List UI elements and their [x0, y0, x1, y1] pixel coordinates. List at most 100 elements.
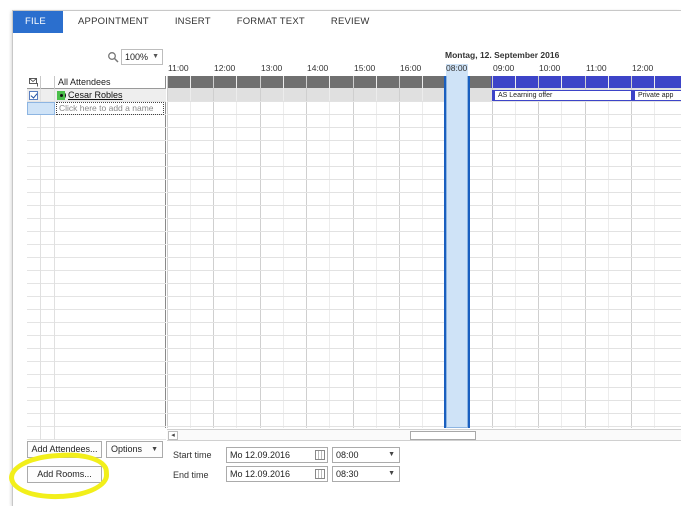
row-gridline [167, 179, 681, 180]
empty-attendee-row[interactable] [27, 388, 166, 401]
hour-label: 15:00 [354, 63, 376, 73]
end-date-value: Mo 12.09.2016 [230, 469, 291, 479]
zoom-select[interactable]: 100% ▼ [121, 49, 163, 65]
half-hour-gridline [376, 76, 377, 428]
empty-attendee-row[interactable] [27, 154, 166, 167]
empty-attendee-row[interactable] [27, 180, 166, 193]
empty-attendee-row[interactable] [27, 414, 166, 427]
end-time-label: End time [173, 470, 209, 480]
hour-gridline [353, 76, 354, 428]
row-gridline [167, 140, 681, 141]
tab-appointment[interactable]: APPOINTMENT [65, 11, 162, 33]
combined-busy-block [491, 76, 681, 88]
empty-attendee-row[interactable] [27, 128, 166, 141]
row-gridline [167, 374, 681, 375]
hour-gridline [585, 76, 586, 428]
empty-attendee-row[interactable] [27, 193, 166, 206]
hour-label: 09:00 [493, 63, 515, 73]
add-name-input[interactable]: Click here to add a name [56, 102, 164, 115]
row-gridline [167, 231, 681, 232]
start-date-field[interactable]: Mo 12.09.2016 [226, 447, 328, 463]
row-gridline [167, 413, 681, 414]
timeline-horizontal-scrollbar[interactable]: ◂ [167, 429, 681, 441]
row-gridline [167, 387, 681, 388]
empty-attendee-row[interactable] [27, 323, 166, 336]
row-gridline [167, 218, 681, 219]
row-gridline [167, 322, 681, 323]
end-date-field[interactable]: Mo 12.09.2016 [226, 466, 328, 482]
empty-attendee-row[interactable] [27, 375, 166, 388]
chevron-down-icon: ▼ [388, 451, 395, 458]
date-header: Montag, 12. September 2016 [445, 50, 560, 60]
empty-attendee-row[interactable] [27, 219, 166, 232]
hour-label: 13:00 [261, 63, 283, 73]
empty-attendee-row[interactable] [27, 284, 166, 297]
calendar-icon[interactable] [315, 450, 325, 460]
selected-cell [27, 102, 55, 115]
chevron-down-icon: ▼ [152, 53, 159, 60]
row-gridline [167, 426, 681, 427]
half-hour-gridline [515, 76, 516, 428]
ribbon-tabs: FILE APPOINTMENT INSERT FORMAT TEXT REVI… [13, 11, 681, 33]
empty-attendee-row[interactable] [27, 336, 166, 349]
start-time-select[interactable]: 08:00 ▼ [332, 447, 400, 463]
hour-gridline [213, 76, 214, 428]
empty-attendee-row[interactable] [27, 271, 166, 284]
row-gridline [167, 309, 681, 310]
hour-gridline [631, 76, 632, 428]
attendee-name[interactable]: Cesar Robles [68, 90, 123, 101]
empty-attendee-row[interactable] [27, 401, 166, 414]
options-label: Options [111, 444, 143, 454]
row-gridline [167, 283, 681, 284]
empty-attendee-row[interactable] [27, 427, 166, 440]
hour-gridline [260, 76, 261, 428]
half-hour-gridline [422, 76, 423, 428]
start-time-value: 08:00 [336, 450, 359, 460]
empty-attendee-row[interactable] [27, 310, 166, 323]
empty-attendee-row[interactable] [27, 245, 166, 258]
timeline-grid[interactable]: AS Learning offer Private app [167, 76, 681, 428]
row-gridline [167, 335, 681, 336]
chevron-down-icon: ▼ [151, 446, 158, 453]
empty-attendee-row[interactable] [27, 206, 166, 219]
half-hour-gridline [190, 76, 191, 428]
tab-format-text[interactable]: FORMAT TEXT [224, 11, 318, 33]
tab-file[interactable]: FILE [13, 11, 63, 33]
zoom-value: 100% [125, 52, 149, 62]
end-time-select[interactable]: 08:30 ▼ [332, 466, 400, 482]
empty-attendee-row[interactable] [27, 349, 166, 362]
options-button[interactable]: Options ▼ [106, 441, 163, 458]
scroll-thumb[interactable] [410, 431, 476, 440]
hour-label: 16:00 [400, 63, 422, 73]
meeting-time-selection[interactable] [444, 76, 470, 428]
calendar-icon[interactable] [315, 469, 325, 479]
hour-label: 11:00 [168, 63, 189, 73]
attendee-list: All Attendees Cesar Robles Click here to… [27, 76, 166, 440]
hour-label: 11:00 [586, 63, 607, 73]
hour-gridline [399, 76, 400, 428]
half-hour-gridline [283, 76, 284, 428]
empty-attendee-row[interactable] [27, 167, 166, 180]
attendee-include-checkbox[interactable] [29, 91, 38, 100]
empty-attendee-row[interactable] [27, 141, 166, 154]
row-gridline [167, 114, 681, 115]
empty-attendee-row[interactable] [27, 297, 166, 310]
half-hour-gridline [608, 76, 609, 428]
free-busy-grid[interactable]: Montag, 12. September 2016 11:00 12:00 13:… [167, 47, 681, 428]
row-gridline [167, 270, 681, 271]
half-hour-gridline [561, 76, 562, 428]
appointment-block[interactable]: AS Learning offer [492, 90, 632, 101]
hour-gridline [167, 76, 168, 428]
empty-attendee-row[interactable] [27, 258, 166, 271]
start-time-label: Start time [173, 450, 212, 460]
empty-attendee-row[interactable] [27, 232, 166, 245]
empty-attendee-row[interactable] [27, 115, 166, 128]
empty-attendee-row[interactable] [27, 362, 166, 375]
appointment-block[interactable]: Private app [632, 90, 681, 101]
add-attendee-row[interactable]: Click here to add a name [27, 102, 166, 115]
start-date-value: Mo 12.09.2016 [230, 450, 291, 460]
tab-insert[interactable]: INSERT [162, 11, 224, 33]
scroll-left-arrow-icon[interactable]: ◂ [168, 431, 178, 440]
tab-review[interactable]: REVIEW [318, 11, 383, 33]
attendee-row[interactable]: Cesar Robles [27, 89, 166, 102]
